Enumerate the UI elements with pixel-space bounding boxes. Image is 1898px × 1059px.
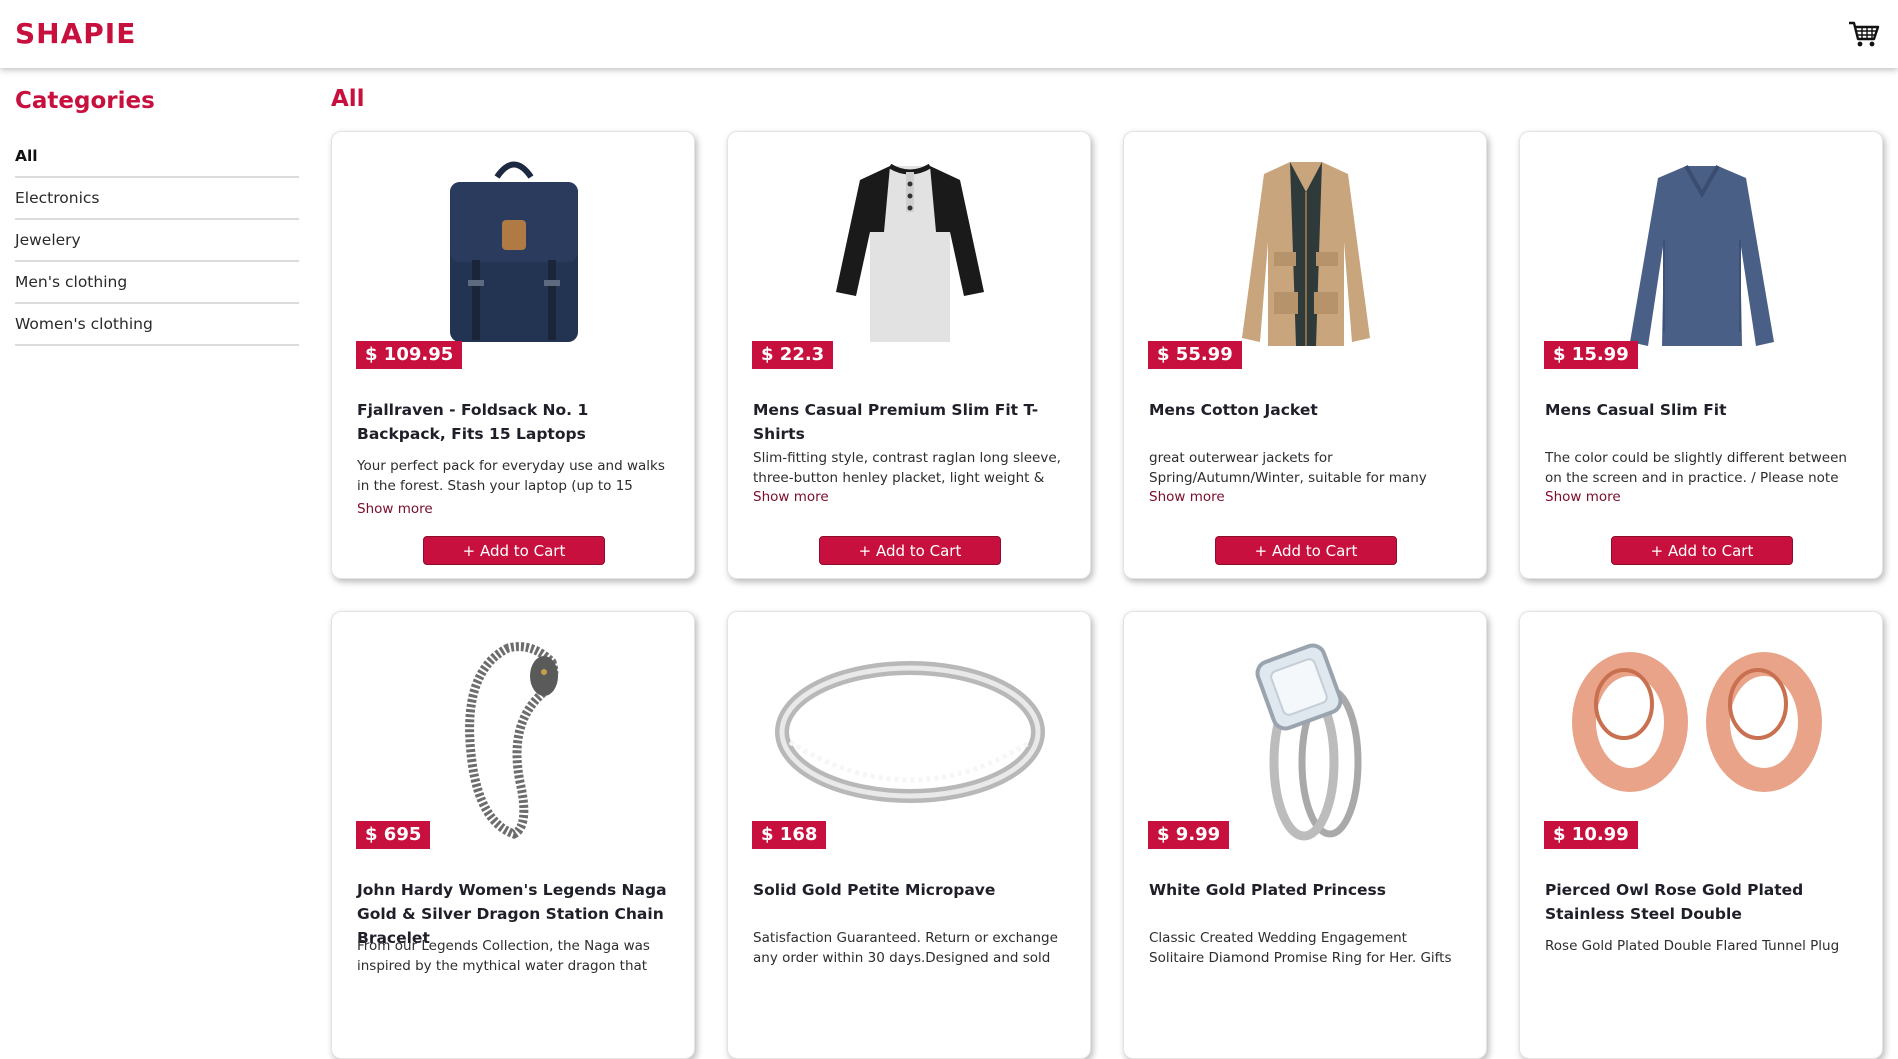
product-title: Mens Cotton Jacket xyxy=(1149,401,1318,419)
site-logo[interactable]: SHAPIE xyxy=(15,17,136,50)
show-more-link[interactable]: Show more xyxy=(1149,489,1225,505)
product-image[interactable] xyxy=(728,132,1090,372)
sidebar-title: Categories xyxy=(15,88,155,114)
product-description: great outerwear jackets for Spring/Autum… xyxy=(1149,450,1427,486)
product-image[interactable] xyxy=(332,612,694,852)
product-card: $ 9.99 White Gold Plated Princess Classi… xyxy=(1123,611,1487,1059)
slim-fit-shirt-image xyxy=(1630,165,1774,346)
product-description: Your perfect pack for everyday use and w… xyxy=(357,458,665,494)
category-sidebar: Categories All Electronics Jewelery Men'… xyxy=(15,86,299,346)
category-item-electronics[interactable]: Electronics xyxy=(15,178,299,220)
page-title: All xyxy=(331,86,365,112)
tunnel-plug-image xyxy=(1572,652,1822,792)
product-description: Satisfaction Guaranteed. Return or excha… xyxy=(753,930,1058,966)
product-description: From our Legends Collection, the Naga wa… xyxy=(357,938,650,974)
price-tag: $ 15.99 xyxy=(1544,341,1638,369)
show-more-link[interactable]: Show more xyxy=(753,489,829,505)
category-item-mens-clothing[interactable]: Men's clothing xyxy=(15,262,299,304)
dragon-bracelet-image xyxy=(465,642,559,839)
product-description: Slim-fitting style, contrast raglan long… xyxy=(753,450,1061,486)
add-to-cart-button[interactable]: + Add to Cart xyxy=(1215,536,1397,565)
product-title: White Gold Plated Princess xyxy=(1149,881,1386,899)
product-card: $ 109.95 Fjallraven - Foldsack No. 1 Bac… xyxy=(331,131,695,579)
princess-ring-image xyxy=(1255,643,1362,841)
product-title: Mens Casual Slim Fit xyxy=(1545,401,1727,419)
product-image[interactable] xyxy=(1520,612,1882,852)
price-tag: $ 168 xyxy=(752,821,827,849)
shopping-cart-icon[interactable] xyxy=(1848,20,1880,48)
product-image[interactable] xyxy=(1520,132,1882,372)
product-title: Mens Casual Premium Slim Fit T-Shirts xyxy=(753,401,1039,443)
product-title: Fjallraven - Foldsack No. 1 Backpack, Fi… xyxy=(357,401,589,443)
product-image[interactable] xyxy=(728,612,1090,852)
category-item-womens-clothing[interactable]: Women's clothing xyxy=(15,304,299,346)
add-to-cart-button[interactable]: + Add to Cart xyxy=(1611,536,1793,565)
add-to-cart-button[interactable]: + Add to Cart xyxy=(423,536,605,565)
show-more-link[interactable]: Show more xyxy=(1545,489,1621,505)
price-tag: $ 109.95 xyxy=(356,341,463,369)
category-list: All Electronics Jewelery Men's clothing … xyxy=(15,136,299,346)
micropave-ring-image xyxy=(775,661,1045,803)
category-item-jewelery[interactable]: Jewelery xyxy=(15,220,299,262)
product-title: Pierced Owl Rose Gold Plated Stainless S… xyxy=(1545,881,1804,923)
backpack-image xyxy=(450,161,578,342)
add-to-cart-button[interactable]: + Add to Cart xyxy=(819,536,1001,565)
product-description: Rose Gold Plated Double Flared Tunnel Pl… xyxy=(1545,938,1840,954)
price-tag: $ 9.99 xyxy=(1148,821,1230,849)
product-description: Classic Created Wedding Engagement Solit… xyxy=(1149,930,1452,966)
product-image[interactable] xyxy=(1124,132,1486,372)
product-title: Solid Gold Petite Micropave xyxy=(753,881,996,899)
product-card: $ 15.99 Mens Casual Slim Fit The color c… xyxy=(1519,131,1883,579)
product-card: $ 22.3 Mens Casual Premium Slim Fit T-Sh… xyxy=(727,131,1091,579)
price-tag: $ 10.99 xyxy=(1544,821,1638,849)
price-tag: $ 22.3 xyxy=(752,341,834,369)
product-card: $ 695 John Hardy Women's Legends Naga Go… xyxy=(331,611,695,1059)
product-card: $ 10.99 Pierced Owl Rose Gold Plated Sta… xyxy=(1519,611,1883,1059)
top-navbar: SHAPIE xyxy=(0,0,1898,68)
category-item-all[interactable]: All xyxy=(15,136,299,178)
price-tag: $ 695 xyxy=(356,821,431,849)
product-image[interactable] xyxy=(1124,612,1486,852)
product-card: $ 168 Solid Gold Petite Micropave Satisf… xyxy=(727,611,1091,1059)
show-more-link[interactable]: Show more xyxy=(357,501,433,517)
henley-shirt-image xyxy=(836,163,984,342)
product-card: $ 55.99 Mens Cotton Jacket great outerwe… xyxy=(1123,131,1487,579)
cotton-jacket-image xyxy=(1242,162,1370,346)
product-description: The color could be slightly different be… xyxy=(1545,450,1847,486)
product-image[interactable] xyxy=(332,132,694,372)
price-tag: $ 55.99 xyxy=(1148,341,1242,369)
